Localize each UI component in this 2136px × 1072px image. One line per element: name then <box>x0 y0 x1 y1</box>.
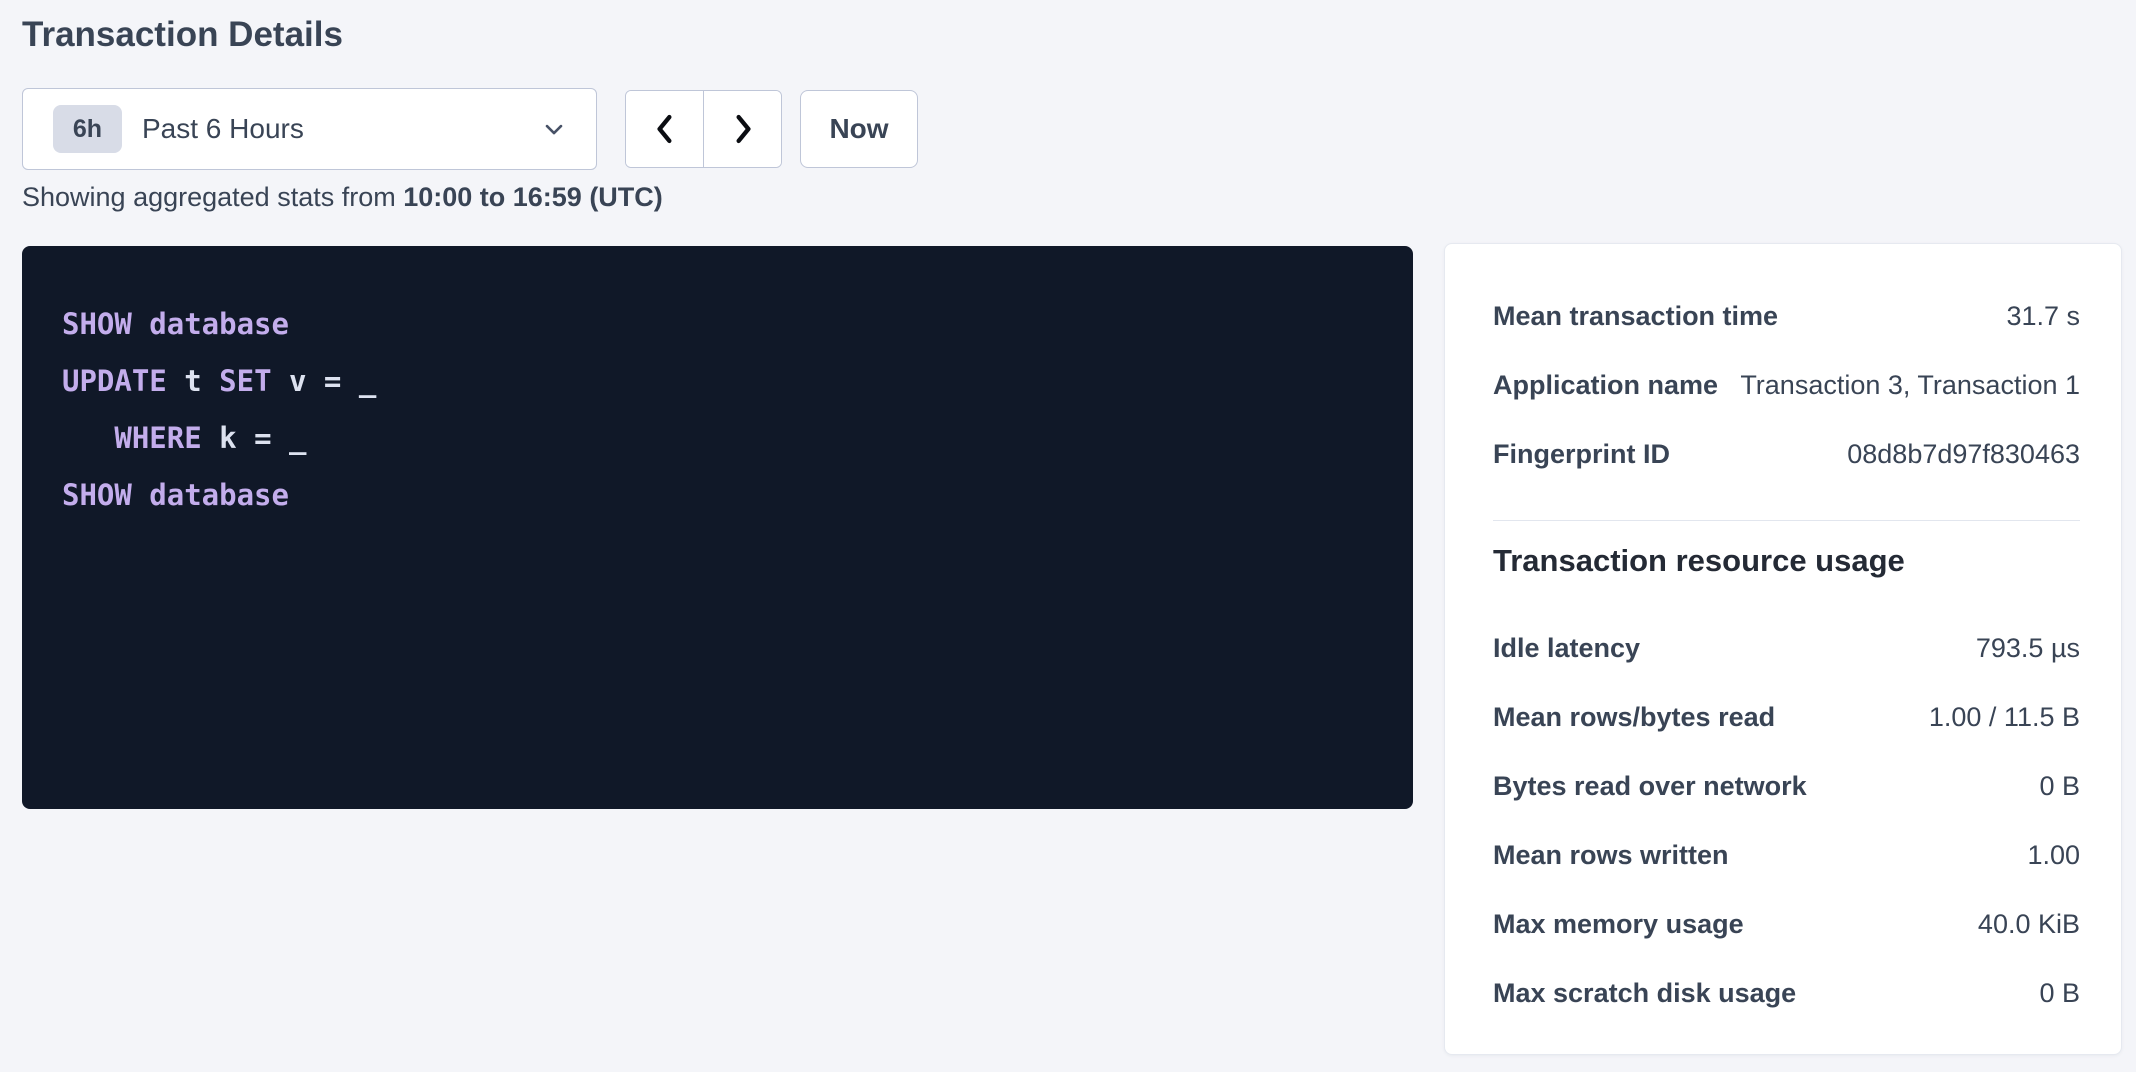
sql-token: v = _ <box>272 364 377 398</box>
sql-token: t <box>167 364 219 398</box>
aggregated-stats-caption: Showing aggregated stats from 10:00 to 1… <box>22 180 663 214</box>
page-title: Transaction Details <box>22 12 343 58</box>
stat-label: Mean rows written <box>1493 840 1729 871</box>
resource-usage-rows: Idle latency 793.5 µs Mean rows/bytes re… <box>1493 614 2080 1028</box>
sql-token: SHOW database <box>62 307 289 341</box>
now-button[interactable]: Now <box>800 90 918 168</box>
stat-label: Idle latency <box>1493 633 1640 664</box>
sql-statement-box: SHOW database UPDATE t SET v = _ WHERE k… <box>22 246 1413 809</box>
stat-row-mean-rows-written: Mean rows written 1.00 <box>1493 821 2080 890</box>
stat-row-application-name: Application name Transaction 3, Transact… <box>1493 351 2080 420</box>
stat-row-mean-transaction-time: Mean transaction time 31.7 s <box>1493 282 2080 351</box>
chevron-down-icon <box>540 115 568 143</box>
stat-row-max-scratch-disk-usage: Max scratch disk usage 0 B <box>1493 959 2080 1028</box>
caption-prefix: Showing aggregated stats from <box>22 182 403 212</box>
stat-label: Bytes read over network <box>1493 771 1807 802</box>
stat-label: Application name <box>1493 370 1718 401</box>
sql-line: UPDATE t SET v = _ <box>62 353 1373 410</box>
sql-token: k = _ <box>202 421 307 455</box>
time-range-badge: 6h <box>53 105 122 153</box>
time-toolbar: 6h Past 6 Hours Now <box>22 88 918 170</box>
stat-label: Max scratch disk usage <box>1493 978 1796 1009</box>
stat-row-fingerprint-id: Fingerprint ID 08d8b7d97f830463 <box>1493 420 2080 489</box>
stat-row-mean-rows-bytes-read: Mean rows/bytes read 1.00 / 11.5 B <box>1493 683 2080 752</box>
stat-value: 0 B <box>2039 771 2080 802</box>
sql-line: WHERE k = _ <box>62 410 1373 467</box>
stat-value: Transaction 3, Transaction 1 <box>1740 370 2080 401</box>
chevron-right-icon <box>730 112 756 146</box>
stat-value: 31.7 s <box>2006 301 2080 332</box>
sql-token <box>62 421 114 455</box>
sql-token: UPDATE <box>62 364 167 398</box>
sql-token: WHERE <box>114 421 201 455</box>
stat-row-bytes-read-over-network: Bytes read over network 0 B <box>1493 752 2080 821</box>
time-nav-button-group <box>625 90 782 168</box>
caption-time-range: 10:00 to 16:59 (UTC) <box>403 182 663 212</box>
chevron-left-icon <box>652 112 678 146</box>
stat-value: 40.0 KiB <box>1978 909 2080 940</box>
stat-label: Mean rows/bytes read <box>1493 702 1775 733</box>
prev-time-button[interactable] <box>626 91 703 167</box>
sql-line: SHOW database <box>62 467 1373 524</box>
next-time-button[interactable] <box>703 91 781 167</box>
sql-line: SHOW database <box>62 296 1373 353</box>
stat-value: 0 B <box>2039 978 2080 1009</box>
resource-usage-heading: Transaction resource usage <box>1493 541 2080 581</box>
stat-value: 793.5 µs <box>1976 633 2080 664</box>
stat-value: 1.00 <box>2027 840 2080 871</box>
stat-label: Fingerprint ID <box>1493 439 1670 470</box>
card-divider <box>1493 520 2080 521</box>
sql-token: SHOW database <box>62 478 289 512</box>
stat-row-idle-latency: Idle latency 793.5 µs <box>1493 614 2080 683</box>
details-card: Mean transaction time 31.7 s Application… <box>1444 243 2122 1055</box>
time-range-label: Past 6 Hours <box>142 113 304 145</box>
stat-row-max-memory-usage: Max memory usage 40.0 KiB <box>1493 890 2080 959</box>
time-range-dropdown[interactable]: 6h Past 6 Hours <box>22 88 597 170</box>
stat-value: 08d8b7d97f830463 <box>1847 439 2080 470</box>
stat-label: Max memory usage <box>1493 909 1744 940</box>
stat-label: Mean transaction time <box>1493 301 1778 332</box>
stat-value: 1.00 / 11.5 B <box>1929 702 2080 733</box>
sql-token: SET <box>219 364 271 398</box>
